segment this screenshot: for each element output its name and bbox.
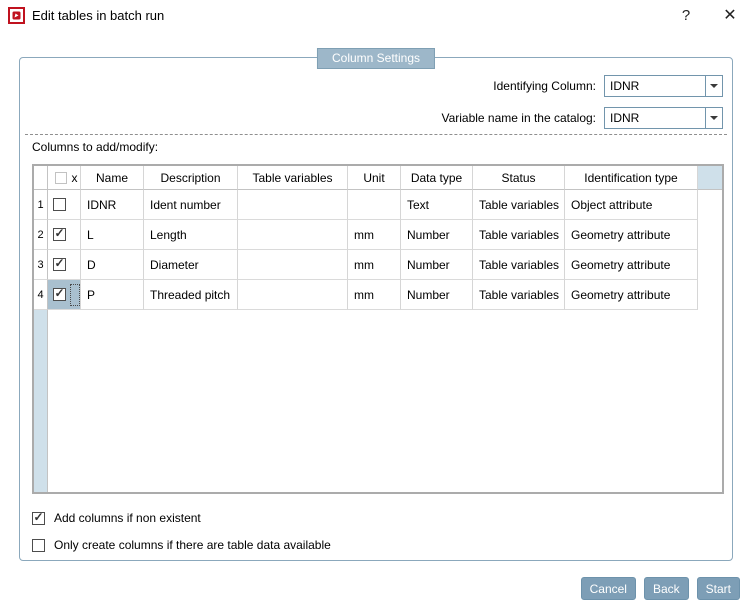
option-checkbox[interactable] — [32, 511, 45, 525]
catalog-variable-combobox[interactable]: IDNR — [604, 107, 723, 129]
cell-check[interactable] — [48, 280, 81, 310]
title-bar: Edit tables in batch run ? ✕ — [0, 0, 750, 32]
cell-check[interactable] — [48, 190, 81, 220]
footer-button-bar: Cancel Back Start — [580, 577, 740, 600]
cell-data-type[interactable]: Text — [401, 190, 473, 220]
window-title: Edit tables in batch run — [32, 8, 165, 23]
cell-table-variables[interactable] — [238, 190, 348, 220]
table-caption: Columns to add/modify: — [32, 140, 159, 154]
option-add-columns: Add columns if non existent — [32, 510, 201, 526]
cell-data-type[interactable]: Number — [401, 220, 473, 250]
close-button[interactable]: ✕ — [718, 4, 742, 28]
row-checkbox[interactable] — [53, 257, 66, 271]
start-button[interactable]: Start — [696, 577, 740, 600]
option-checkbox[interactable] — [32, 538, 45, 552]
cell-status[interactable]: Table variables — [473, 190, 565, 220]
row-number[interactable]: 2 — [34, 220, 48, 250]
cell-table-variables[interactable] — [238, 280, 348, 310]
cell-description[interactable]: Diameter — [144, 250, 238, 280]
cell-identification-type[interactable]: Object attribute — [565, 190, 698, 220]
cell-unit[interactable]: mm — [348, 220, 401, 250]
row-checkbox[interactable] — [53, 198, 66, 211]
header-cell-table-variables[interactable]: Table variables — [238, 166, 348, 190]
table-body: 1 IDNR Ident number Text Table variables… — [34, 190, 722, 310]
header-cell-description[interactable]: Description — [144, 166, 238, 190]
table-header-row: x Name Description Table variables Unit … — [34, 166, 722, 190]
identifying-column-label: Identifying Column: — [493, 79, 596, 93]
identifying-column-combobox[interactable]: IDNR — [604, 75, 723, 97]
column-settings-groupbox: Column Settings Identifying Column: IDNR… — [19, 48, 733, 561]
row-checkbox[interactable] — [53, 227, 66, 241]
table-row: 1 IDNR Ident number Text Table variables… — [34, 190, 722, 220]
table-empty-area — [34, 310, 722, 492]
cell-check[interactable] — [48, 250, 81, 280]
row-header-filler — [34, 310, 48, 492]
cancel-button[interactable]: Cancel — [580, 577, 636, 600]
header-cell-data-type[interactable]: Data type — [401, 166, 473, 190]
cell-data-type[interactable]: Number — [401, 250, 473, 280]
header-cell-unit[interactable]: Unit — [348, 166, 401, 190]
chevron-down-icon[interactable] — [705, 76, 722, 96]
option-only-create: Only create columns if there are table d… — [32, 537, 331, 553]
cell-identification-type[interactable]: Geometry attribute — [565, 280, 698, 310]
table-row: 3 D Diameter mm Number Table variables G… — [34, 250, 722, 280]
cell-unit[interactable] — [348, 190, 401, 220]
cell-name[interactable]: D — [81, 250, 144, 280]
cell-name[interactable]: P — [81, 280, 144, 310]
catalog-variable-row: Variable name in the catalog: IDNR — [441, 107, 723, 129]
chevron-down-icon[interactable] — [705, 108, 722, 128]
cell-identification-type[interactable]: Geometry attribute — [565, 250, 698, 280]
header-label-x: x — [71, 170, 78, 185]
identifying-column-value: IDNR — [610, 79, 640, 93]
header-checkbox[interactable] — [54, 171, 67, 184]
cell-description[interactable]: Threaded pitch — [144, 280, 238, 310]
help-button[interactable]: ? — [676, 5, 696, 27]
cell-table-variables[interactable] — [238, 250, 348, 280]
app-logo-icon — [8, 7, 25, 24]
option-label: Only create columns if there are table d… — [54, 538, 331, 552]
table-row: 4 P Threaded pitch mm Number Table varia… — [34, 280, 722, 310]
cell-description[interactable]: Length — [144, 220, 238, 250]
groupbox-title: Column Settings — [316, 48, 436, 69]
cell-focus-indicator — [70, 283, 80, 306]
header-cell-name[interactable]: Name — [81, 166, 144, 190]
cell-status[interactable]: Table variables — [473, 250, 565, 280]
cell-table-variables[interactable] — [238, 220, 348, 250]
header-filler-cell — [698, 166, 722, 190]
cell-description[interactable]: Ident number — [144, 190, 238, 220]
row-checkbox[interactable] — [53, 287, 66, 301]
cell-data-type[interactable]: Number — [401, 280, 473, 310]
header-cell-identification-type[interactable]: Identification type — [565, 166, 698, 190]
cell-unit[interactable]: mm — [348, 280, 401, 310]
columns-table: x Name Description Table variables Unit … — [32, 164, 724, 494]
row-number[interactable]: 4 — [34, 280, 48, 310]
catalog-variable-label: Variable name in the catalog: — [441, 111, 596, 125]
row-number[interactable]: 1 — [34, 190, 48, 220]
cell-unit[interactable]: mm — [348, 250, 401, 280]
catalog-variable-value: IDNR — [610, 111, 640, 125]
header-cell-check[interactable]: x — [48, 166, 81, 190]
cell-status[interactable]: Table variables — [473, 220, 565, 250]
header-cell-status[interactable]: Status — [473, 166, 565, 190]
cell-name[interactable]: L — [81, 220, 144, 250]
identifying-column-row: Identifying Column: IDNR — [493, 75, 723, 97]
cell-status[interactable]: Table variables — [473, 280, 565, 310]
divider — [25, 134, 727, 135]
row-number[interactable]: 3 — [34, 250, 48, 280]
option-label: Add columns if non existent — [54, 511, 201, 525]
cell-name[interactable]: IDNR — [81, 190, 144, 220]
cell-identification-type[interactable]: Geometry attribute — [565, 220, 698, 250]
table-row: 2 L Length mm Number Table variables Geo… — [34, 220, 722, 250]
corner-header-cell[interactable] — [34, 166, 48, 190]
cell-check[interactable] — [48, 220, 81, 250]
back-button[interactable]: Back — [643, 577, 689, 600]
